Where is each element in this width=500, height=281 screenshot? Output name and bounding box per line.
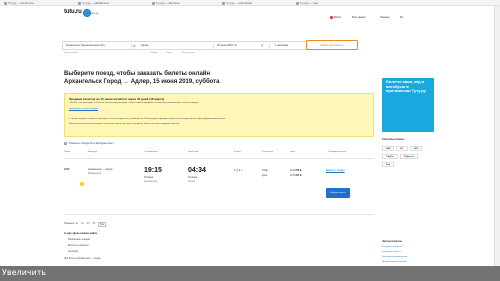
tab-icon bbox=[152, 1, 155, 5]
faq-link[interactable]: Электронная регистрация bbox=[382, 256, 407, 258]
notice-title: Продажа билетов на 15 июня начнётся чере… bbox=[69, 97, 165, 101]
faq-link[interactable]: Как вернуть билет? bbox=[382, 251, 401, 253]
notice-text: С начала продаж стоимость проезда и сост… bbox=[69, 118, 226, 120]
related-link[interactable]: Автобусы bbox=[68, 251, 78, 253]
date-shortcut-today[interactable]: Сегодня bbox=[150, 52, 158, 54]
column-header: Цена bbox=[290, 151, 296, 153]
user-link-orders[interactable]: Мои заказы bbox=[352, 16, 366, 19]
price: от 5 337 ₽ bbox=[290, 174, 302, 177]
car-class: Плац bbox=[262, 169, 268, 172]
brand-train-icon bbox=[80, 182, 84, 186]
mastercard-logo: MC bbox=[396, 146, 408, 151]
arrival-station: Адлер bbox=[188, 180, 196, 183]
browser-tab[interactable]: Туту.ру — авиабилеты bbox=[78, 1, 109, 5]
checkbox[interactable] bbox=[64, 142, 67, 145]
from-input[interactable]: Архангельск (Архангельская обл.) bbox=[66, 44, 105, 47]
visa-logo: VISA bbox=[382, 146, 394, 151]
page-size-option[interactable]: 20 bbox=[87, 222, 90, 227]
to-input[interactable]: Адлер bbox=[141, 44, 148, 47]
user-link-login[interactable]: Войти bbox=[330, 16, 341, 19]
price: от 3 768 ₽ bbox=[290, 169, 302, 172]
user-link-help[interactable]: Помощь bbox=[380, 16, 390, 19]
tab-icon bbox=[296, 1, 299, 5]
search-button[interactable]: Найти ж/д билеты bbox=[306, 40, 358, 50]
departure-time: 19:15 bbox=[144, 167, 162, 174]
arrival-date: 18 июня bbox=[188, 176, 198, 179]
date-input[interactable]: 15 июня 2019, сб bbox=[217, 44, 237, 47]
divider bbox=[269, 43, 270, 49]
column-header: В пути bbox=[234, 151, 241, 153]
section-subtitle: ЖД билеты bbox=[84, 11, 99, 15]
paypal-logo: PayPal bbox=[382, 154, 398, 159]
tab-icon bbox=[222, 1, 225, 5]
column-header: Прибытие bbox=[188, 151, 199, 153]
divider bbox=[64, 158, 374, 159]
route-note: Фирменный bbox=[88, 172, 102, 175]
browser-tab[interactable]: Туту.ру — ж/д билеты bbox=[4, 1, 34, 5]
related-link[interactable]: Билеты на самолет bbox=[68, 245, 89, 247]
date-shortcut-tomorrow[interactable]: Завтра bbox=[166, 52, 172, 54]
site-logo[interactable]: tutu.ru bbox=[64, 9, 91, 17]
date-shortcut-after[interactable]: Послезавтра bbox=[182, 52, 194, 54]
section-title: А еще здесь можно найти bbox=[64, 232, 98, 235]
remind-link[interactable]: Напомнить о начале продаж bbox=[69, 108, 98, 110]
page-size-option[interactable]: 10 bbox=[81, 222, 84, 227]
route-link[interactable]: Маршрут поезда bbox=[326, 169, 345, 172]
column-header: Свободные места bbox=[328, 151, 347, 153]
browser-tab-strip: Туту.ру — ж/д билеты Туту.ру — авиабилет… bbox=[0, 0, 500, 6]
departure-station: Архангельск bbox=[144, 180, 158, 183]
page-size-selected[interactable]: Все bbox=[98, 222, 107, 227]
browser-tab[interactable]: Туту.ру — электрички bbox=[222, 1, 252, 5]
search-form: Архангельск (Архангельская обл.) ⇄ Адлер… bbox=[62, 41, 332, 50]
language-switch[interactable]: Ru bbox=[400, 16, 403, 19]
arrival-time: 04:34 bbox=[188, 167, 206, 174]
car-class: Купе bbox=[262, 174, 268, 177]
faq-link[interactable]: Как купить ж/д билет? bbox=[382, 246, 403, 248]
select-seats-button[interactable]: Выбрать места bbox=[326, 188, 350, 198]
faq-title: Частые вопросы bbox=[382, 240, 403, 243]
column-header: Маршрут bbox=[88, 151, 98, 153]
departure-date: 15 июня bbox=[144, 176, 154, 179]
column-header: Поезд bbox=[64, 151, 71, 153]
user-icon bbox=[330, 16, 333, 19]
related-link[interactable]: Расписание поездов bbox=[68, 239, 90, 241]
ad-text: Билеты авиа, ж/д и автобусы в приложении… bbox=[386, 79, 426, 94]
mir-logo: МИР bbox=[410, 146, 422, 151]
travel-duration: 2 д. 9 ч. bbox=[234, 169, 243, 172]
browser-tab[interactable]: Туту.ру — туры bbox=[296, 1, 318, 5]
apple-pay-logo: Pay bbox=[382, 162, 394, 167]
faq-link[interactable]: Правила провоза багажа bbox=[382, 261, 406, 263]
sale-notice: Продажа билетов на 15 июня начнётся чере… bbox=[64, 93, 374, 137]
notice-text: Обычно это происходит в 00:00 по московс… bbox=[69, 102, 199, 104]
divider bbox=[131, 43, 132, 49]
notice-text: Мы вышлем на email сообщение, как только… bbox=[69, 123, 180, 125]
yandex-money-logo: Я.Деньги bbox=[400, 154, 418, 159]
train-number: 116С bbox=[64, 168, 70, 171]
swap-icon[interactable]: ⇄ bbox=[133, 44, 136, 48]
show-unavailable-toggle[interactable]: Показать поезда без свободных мест bbox=[64, 142, 114, 145]
calendar-icon[interactable]: ▦ bbox=[261, 44, 263, 47]
divider bbox=[64, 214, 374, 215]
payment-title: Способы оплаты bbox=[382, 138, 405, 141]
column-header-sort[interactable]: Отправление bbox=[144, 151, 158, 153]
column-header: Тип вагона bbox=[262, 151, 273, 153]
magnifier-label[interactable]: Увеличить bbox=[2, 268, 46, 277]
scrollbar[interactable] bbox=[494, 6, 500, 266]
tab-icon bbox=[4, 1, 7, 5]
magnifier-bar: Увеличить bbox=[0, 266, 500, 281]
divider bbox=[213, 43, 214, 49]
passengers-select[interactable]: 1 пассажир bbox=[275, 44, 288, 47]
app-ad-banner[interactable]: Билеты авиа, ж/д и автобусы в приложении… bbox=[382, 78, 434, 132]
page-size-option[interactable]: 50 bbox=[92, 222, 95, 227]
page-title: Выберите поезд, чтобы заказать билеты он… bbox=[64, 71, 220, 85]
round-trip-link[interactable]: Туда и обратно bbox=[64, 52, 78, 54]
tab-icon bbox=[78, 1, 81, 5]
footer-link[interactable]: Ж/д билеты Архангельск — Адлер bbox=[64, 258, 101, 260]
train-name[interactable]: Архангельск — Адлер bbox=[88, 168, 112, 171]
pagination: Показать: по 10 20 50 Все bbox=[64, 222, 107, 227]
train-row: 116С Архангельск — Адлер Фирменный 19:15… bbox=[64, 164, 374, 208]
browser-tab[interactable]: Туту.ру — автобусы bbox=[152, 1, 180, 5]
